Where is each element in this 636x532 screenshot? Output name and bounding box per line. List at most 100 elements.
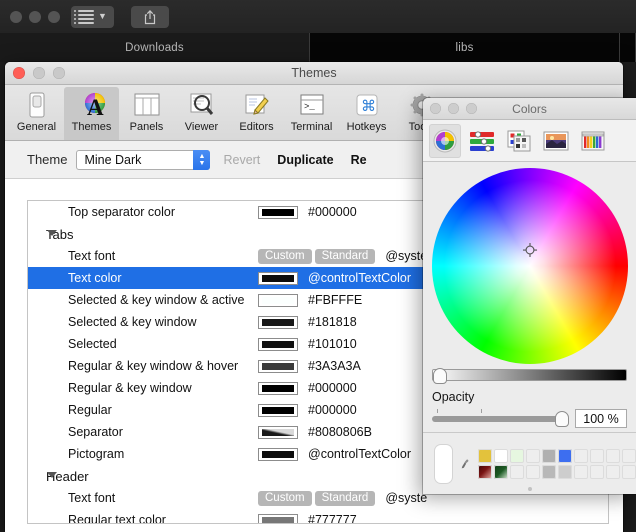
swatch[interactable] [494, 448, 508, 463]
opacity-row: 100 % [432, 408, 627, 428]
color-palettes-mode-button[interactable] [503, 124, 535, 158]
colors-panel-title: Colors [512, 101, 547, 116]
toolbar-item-hotkeys[interactable]: ⌘ Hotkeys [339, 87, 394, 140]
disclosure-triangle-icon[interactable] [47, 230, 57, 236]
theme-label: Theme [27, 152, 68, 167]
row-value: #8080806B [308, 425, 372, 439]
eyedropper-icon[interactable] [461, 451, 469, 477]
color-well[interactable] [258, 359, 298, 373]
outer-zoom-button[interactable] [48, 10, 60, 23]
toolbar-item-themes-label: Themes [71, 121, 112, 133]
current-color-swatch[interactable] [435, 444, 452, 483]
swatch[interactable] [590, 464, 604, 479]
tab-libs[interactable]: libs [310, 33, 620, 62]
revert-button[interactable]: Revert [219, 153, 264, 167]
swatch[interactable] [606, 464, 620, 479]
swatch[interactable] [478, 448, 492, 463]
swatch[interactable] [606, 448, 620, 463]
swatch[interactable] [494, 464, 508, 479]
tab-extra[interactable] [620, 33, 636, 62]
segment-standard[interactable]: Standard [314, 490, 376, 506]
swatch[interactable] [622, 448, 636, 463]
resize-grip[interactable] [527, 487, 532, 491]
color-wheel-area[interactable] [423, 162, 636, 367]
toolbar-item-general[interactable]: General [9, 87, 64, 140]
swatch[interactable] [622, 464, 636, 479]
color-picker-crosshair-icon[interactable] [522, 242, 537, 258]
opacity-slider-knob[interactable] [555, 410, 569, 427]
row-value: #FBFFFE [308, 293, 363, 307]
swatch[interactable] [478, 464, 492, 479]
row-label: Text font [68, 249, 116, 263]
swatch[interactable] [510, 464, 524, 479]
color-well[interactable] [258, 337, 298, 351]
color-well[interactable] [258, 293, 298, 307]
toolbar-item-terminal[interactable]: >_ Terminal [284, 87, 339, 140]
toolbar-item-panels-label: Panels [129, 121, 164, 133]
brightness-slider[interactable] [432, 368, 627, 384]
list-view-icon [74, 9, 94, 24]
font-segmented-control[interactable]: Custom Standard [258, 490, 376, 506]
swatch[interactable] [558, 448, 572, 463]
segment-custom[interactable]: Custom [258, 490, 312, 506]
rename-button[interactable]: Re [347, 153, 371, 167]
color-well[interactable] [258, 381, 298, 395]
toolbar-item-panels[interactable]: Panels [119, 87, 174, 140]
swatch[interactable] [574, 448, 588, 463]
swatch[interactable] [542, 464, 556, 479]
color-well[interactable] [258, 513, 298, 523]
segment-custom[interactable]: Custom [258, 248, 312, 264]
swatch[interactable] [574, 464, 588, 479]
row-label: Regular & key window & hover [68, 359, 239, 373]
tab-downloads[interactable]: Downloads [0, 33, 310, 62]
color-wheel-mode-button[interactable] [429, 123, 461, 158]
duplicate-button[interactable]: Duplicate [273, 153, 337, 167]
tab-downloads-label: Downloads [125, 41, 184, 54]
row-label: Separator [68, 425, 123, 439]
stepper-icon[interactable]: ▲ ▼ [193, 149, 211, 170]
svg-text:A: A [87, 95, 104, 119]
switch-icon [22, 90, 52, 120]
list-view-dropdown-button[interactable]: ▼ [71, 5, 114, 28]
color-well[interactable] [258, 425, 298, 439]
color-well[interactable] [258, 205, 298, 219]
swatch[interactable] [558, 464, 572, 479]
swatch[interactable] [590, 448, 604, 463]
outer-close-button[interactable] [10, 10, 22, 23]
terminal-icon: >_ [297, 90, 327, 120]
image-palette-icon [543, 131, 569, 150]
image-palettes-mode-button[interactable] [540, 124, 572, 158]
toolbar-item-themes[interactable]: A Themes [64, 87, 119, 140]
opacity-slider[interactable] [432, 408, 569, 427]
color-wheel[interactable] [431, 168, 628, 364]
color-well[interactable] [258, 315, 298, 329]
color-well[interactable] [258, 403, 298, 417]
row-value: #000000 [308, 381, 357, 395]
row-value: @controlTextColor [308, 447, 412, 461]
outer-minimize-button[interactable] [29, 10, 41, 23]
swatch[interactable] [526, 448, 540, 463]
swatch[interactable] [510, 448, 524, 463]
toolbar-item-viewer[interactable]: Viewer [174, 87, 229, 140]
swatch-grid[interactable] [478, 448, 636, 479]
color-well[interactable] [258, 271, 298, 285]
swatch[interactable] [526, 464, 540, 479]
row-value: @syste [385, 249, 428, 263]
crayons-mode-button[interactable] [577, 124, 609, 158]
share-button[interactable] [130, 5, 169, 28]
row-label: Header [46, 468, 89, 484]
row-value: #000000 [308, 205, 357, 219]
color-sliders-mode-button[interactable] [466, 124, 498, 158]
disclosure-triangle-icon[interactable] [47, 472, 57, 478]
swatch[interactable] [542, 448, 556, 463]
opacity-value-field[interactable]: 100 % [575, 409, 627, 428]
toolbar-item-editors[interactable]: Editors [229, 87, 284, 140]
magnifier-icon [187, 90, 217, 120]
table-row[interactable]: Regular text color #777777 [28, 509, 608, 523]
brightness-slider-knob[interactable] [433, 368, 447, 384]
brightness-slider-row[interactable] [423, 367, 636, 384]
font-segmented-control[interactable]: Custom Standard [258, 248, 376, 264]
segment-standard[interactable]: Standard [314, 248, 376, 264]
theme-dropdown[interactable]: Mine Dark ▲ ▼ [76, 149, 211, 170]
color-well[interactable] [258, 447, 298, 461]
